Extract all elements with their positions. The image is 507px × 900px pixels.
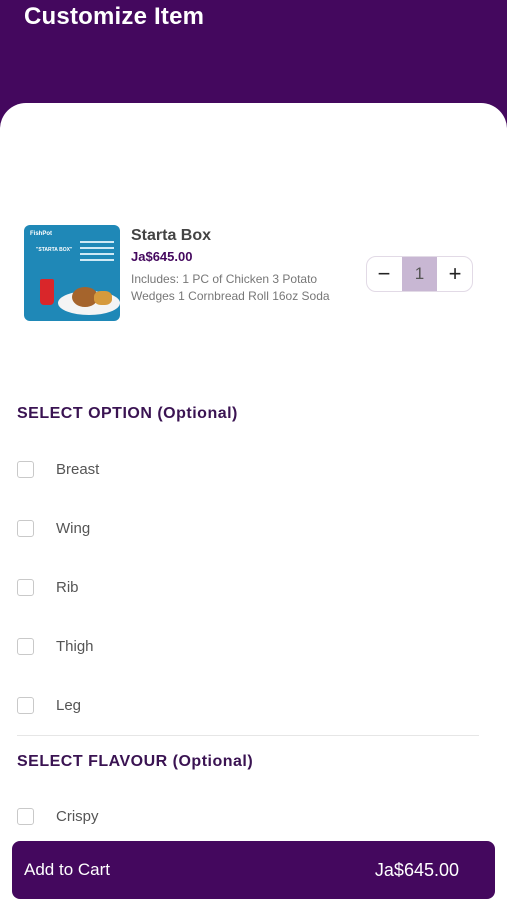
option-wing[interactable]: Wing: [17, 518, 317, 540]
add-to-cart-label: Add to Cart: [24, 860, 110, 879]
soda-cup-graphic: [40, 279, 54, 305]
flavour-label: Crispy: [56, 808, 99, 825]
product-price: Ja$645.00: [131, 249, 193, 264]
flavour-crispy[interactable]: Crispy: [17, 806, 317, 828]
product-description: Includes: 1 PC of Chicken 3 Potato Wedge…: [131, 272, 330, 303]
option-rib[interactable]: Rib: [17, 577, 317, 599]
image-text-lines: [80, 237, 114, 265]
wedges-graphic: [94, 291, 112, 305]
checkbox[interactable]: [17, 697, 34, 714]
add-to-cart-button[interactable]: Add to Cart Ja$645.00: [12, 841, 495, 899]
option-label: Breast: [56, 461, 100, 478]
section-divider: [17, 735, 479, 736]
content-sheet: [0, 103, 507, 900]
checkbox[interactable]: [17, 520, 34, 537]
image-brand-text: FishPot: [30, 231, 52, 237]
checkbox[interactable]: [17, 638, 34, 655]
option-label: Thigh: [56, 638, 94, 655]
option-leg[interactable]: Leg: [17, 695, 317, 717]
option-label: Leg: [56, 697, 82, 714]
select-flavour-title: SELECT FLAVOUR (Optional): [17, 753, 254, 770]
decrease-quantity-button[interactable]: −: [367, 257, 401, 291]
checkbox[interactable]: [17, 461, 34, 478]
page-title: Customize Item: [24, 3, 205, 30]
increase-quantity-button[interactable]: +: [438, 257, 472, 291]
quantity-value: 1: [402, 257, 437, 291]
checkbox[interactable]: [17, 579, 34, 596]
select-option-title: SELECT OPTION (Optional): [17, 405, 238, 422]
image-box-title: "STARTA BOX": [36, 247, 73, 253]
product-name: Starta Box: [131, 227, 212, 244]
option-thigh[interactable]: Thigh: [17, 636, 317, 658]
cart-total: Ja$645.00: [374, 860, 459, 880]
option-label: Rib: [56, 579, 79, 596]
checkbox[interactable]: [17, 808, 34, 825]
option-breast[interactable]: Breast: [17, 459, 317, 481]
product-image: FishPot "STARTA BOX": [24, 225, 120, 321]
quantity-stepper: − 1 +: [366, 256, 473, 292]
option-label: Wing: [56, 520, 91, 537]
